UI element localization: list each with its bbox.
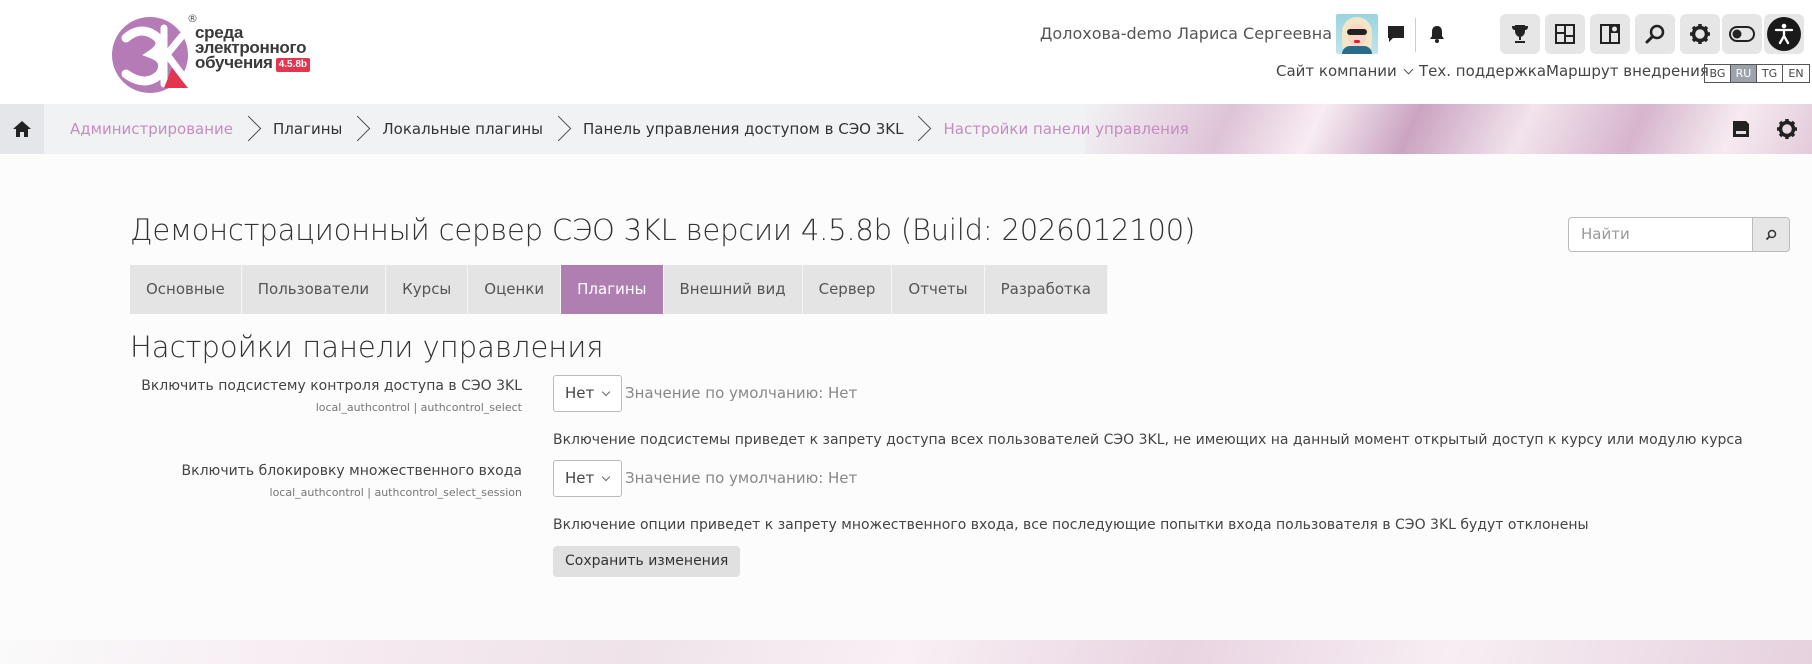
logo-3k-mark	[112, 17, 190, 93]
page-settings-gear-icon[interactable]	[1776, 118, 1798, 140]
save-button[interactable]: Сохранить изменения	[553, 546, 741, 577]
header-divider	[1415, 18, 1416, 52]
tab-server[interactable]: Сервер	[802, 265, 893, 314]
lang-tg[interactable]: TG	[1757, 65, 1783, 82]
multi-login-description: Включение опции приведет к запрету множе…	[553, 517, 1589, 533]
version-badge: 4.5.8b	[275, 58, 311, 72]
home-icon	[13, 121, 31, 137]
tab-users[interactable]: Пользователи	[241, 265, 387, 314]
admin-tabs: Основные Пользователи Курсы Оценки Плаги…	[130, 265, 1108, 314]
section-title: Настройки панели управления	[130, 330, 604, 364]
access-control-select[interactable]: Нет	[553, 375, 622, 412]
site-header: ® среда электронного обучения 4.5.8b Доло…	[0, 0, 1812, 104]
search-submit-button[interactable]	[1752, 217, 1790, 252]
toggle-icon	[1729, 26, 1755, 42]
course-icon	[1600, 24, 1620, 44]
logo-line-3: обучения 4.5.8b	[195, 53, 311, 72]
breadcrumb-item-local-plugins[interactable]: Локальные плагины	[356, 104, 557, 154]
footer-decoration	[0, 640, 1812, 664]
trophy-icon	[1512, 25, 1528, 43]
chevron-down-icon	[1403, 64, 1414, 75]
search-button[interactable]	[1635, 14, 1675, 54]
lang-en[interactable]: EN	[1783, 65, 1809, 82]
breadcrumb-item-administration[interactable]: Администрирование	[44, 104, 247, 154]
tab-development[interactable]: Разработка	[984, 265, 1108, 314]
setting-key-multi-login: local_authcontrol | authcontrol_select_s…	[269, 486, 522, 499]
home-button[interactable]	[0, 104, 44, 154]
dashboard-icon	[1555, 24, 1575, 44]
site-logo[interactable]: ® среда электронного обучения 4.5.8b	[112, 10, 332, 96]
company-site-link[interactable]: Сайт компании	[1276, 62, 1414, 80]
setting-label-access-control: Включить подсистему контроля доступа в С…	[141, 378, 522, 394]
save-page-icon[interactable]	[1732, 120, 1750, 138]
setting-label-multi-login: Включить блокировку множественного входа	[181, 463, 522, 479]
accessibility-button[interactable]	[1764, 14, 1804, 54]
gear-icon	[1690, 24, 1710, 44]
roadmap-link[interactable]: Маршрут внедрения	[1546, 62, 1709, 80]
course-button[interactable]	[1590, 14, 1630, 54]
settings-button[interactable]	[1680, 14, 1720, 54]
breadcrumb-item-current: Настройки панели управления	[917, 104, 1202, 154]
chevron-down-icon	[601, 472, 611, 482]
multi-login-select[interactable]: Нет	[553, 460, 622, 497]
setting-key-access-control: local_authcontrol | authcontrol_select	[315, 401, 522, 414]
tab-reports[interactable]: Отчеты	[892, 265, 985, 314]
company-site-label: Сайт компании	[1276, 62, 1397, 80]
breadcrumb-tools	[1732, 104, 1812, 154]
breadcrumb-items: Администрирование Плагины Локальные плаг…	[44, 104, 1203, 154]
admin-search: Найти	[1568, 217, 1790, 252]
accessibility-icon	[1767, 17, 1801, 51]
bell-icon[interactable]	[1425, 22, 1449, 46]
breadcrumb-item-access-panel[interactable]: Панель управления доступом в СЭО 3KL	[557, 104, 917, 154]
logo-line-3-text: обучения	[195, 53, 273, 72]
search-icon	[1645, 24, 1665, 44]
logo-text: среда электронного обучения 4.5.8b	[195, 24, 311, 72]
search-icon	[1765, 229, 1777, 240]
breadcrumb: Администрирование Плагины Локальные плаг…	[0, 104, 1812, 154]
tab-general[interactable]: Основные	[130, 265, 242, 314]
multi-login-select-value: Нет	[565, 469, 595, 487]
user-name[interactable]: Долохова-demo Лариса Сергеевна	[1040, 24, 1332, 43]
support-link[interactable]: Тех. поддержка	[1419, 62, 1546, 80]
tab-plugins[interactable]: Плагины	[561, 265, 664, 314]
tab-grades[interactable]: Оценки	[468, 265, 562, 314]
chat-icon[interactable]	[1384, 22, 1408, 46]
access-control-select-value: Нет	[565, 384, 595, 402]
language-switcher: BG RU TG EN	[1704, 64, 1810, 83]
access-control-default: Значение по умолчанию: Нет	[625, 384, 858, 402]
multi-login-default: Значение по умолчанию: Нет	[625, 469, 858, 487]
breadcrumb-item-plugins[interactable]: Плагины	[247, 104, 356, 154]
avatar[interactable]	[1336, 14, 1378, 54]
dashboard-button[interactable]	[1545, 14, 1585, 54]
search-input[interactable]: Найти	[1568, 217, 1752, 252]
trophy-button[interactable]	[1500, 14, 1540, 54]
tab-appearance[interactable]: Внешний вид	[663, 265, 803, 314]
access-control-description: Включение подсистемы приведет к запрету …	[553, 432, 1743, 448]
tab-courses[interactable]: Курсы	[386, 265, 469, 314]
page-title: Демонстрационный сервер СЭО 3KL версии 4…	[130, 213, 1196, 247]
lang-ru[interactable]: RU	[1731, 65, 1757, 82]
chevron-down-icon	[601, 387, 611, 397]
lang-bg[interactable]: BG	[1705, 65, 1731, 82]
theme-toggle-button[interactable]	[1722, 14, 1762, 54]
